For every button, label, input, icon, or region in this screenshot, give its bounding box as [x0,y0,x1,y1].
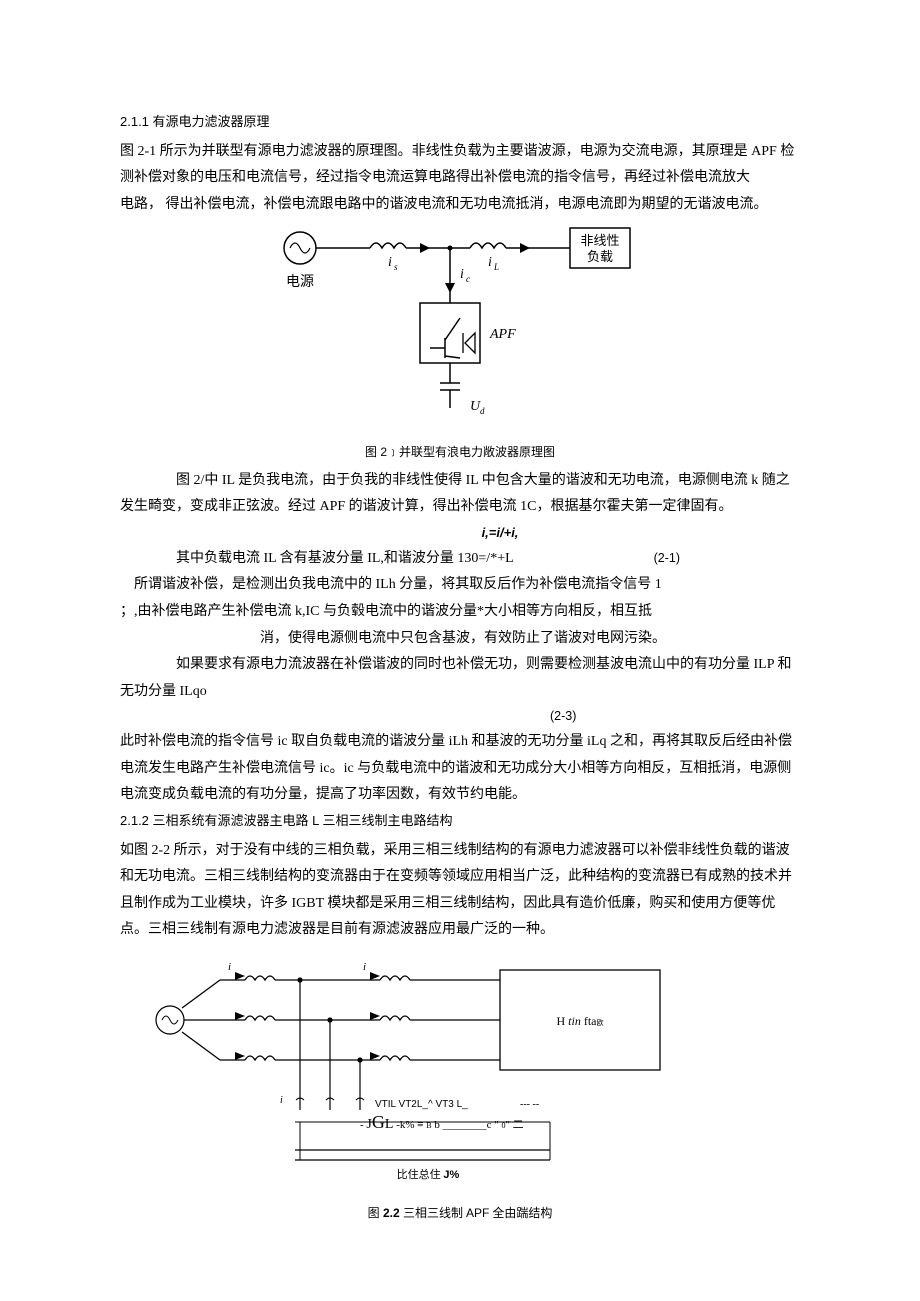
ic-label: i [460,267,464,282]
eq-2-3: (2-3) [550,705,800,729]
svg-text:i: i [280,1095,283,1106]
section-2-1-2-p1: 如图 2-2 所示，对于没有中线的三相负载，采用三相三线制结构的有源电力滤波器可… [120,838,800,944]
svg-text:c: c [466,274,470,284]
harmonic-comp-p1: 所谓谐波补偿，是检测出负我电流中的 ILh 分量，将其取反后作为补偿电流指令信号… [120,572,800,599]
il-label: i [488,255,492,270]
section-2-1-1-p2: 电路， 得出补偿电流，补偿电流跟电路中的谐波电流和无功电流抵消，电源电流即为期望… [120,192,800,219]
figure-2-2-caption: 图 2.2 图 2.2 三相三线制 APF 全由踹结构三相三线制 APF 全由踹… [120,1202,800,1225]
svg-text:i: i [363,961,366,973]
conclusion-p: 此时补偿电流的指令信号 ic 取自负载电流的谐波分量 iLh 和基波的无功分量 … [120,729,800,809]
svg-text:s: s [394,262,398,272]
vt-labels: VTIL VT2L_^ VT3 L_ [375,1099,468,1110]
section-2-1-1-p1: 图 2-1 所示为并联型有源电力滤波器的原理图。非线性负载为主要谐波源，电源为交… [120,139,800,192]
figure-2-2: i i H tin fta欧 i VTIL VT2L_^ VT3 L_ --- … [150,950,800,1201]
load-box-label: H tin fta欧 [557,1014,604,1028]
after-fig1-p1: 图 2/中 IL 是负我电流，由于负我的非线性使得 IL 中包含大量的谐波和无功… [120,468,800,521]
is-label: i [388,255,392,270]
figure-2-1-caption: 图 2﹞并联型有浪电力敞波器原理图 [120,441,800,464]
load-label-1: 非线性 [580,233,619,248]
fig2-bottom-label: 比住总住 J% [397,1167,460,1181]
svg-text:L: L [493,262,499,272]
apf-label: APF [489,327,516,342]
section-2-1-1-heading: 2.1.1 有源电力滤波器原理 [120,110,800,135]
eq-2-1: (2-1) [654,547,680,571]
bridge-row: - JGL -k% ≡ B b ________c " 0" 二 [360,1112,524,1132]
apf-principle-diagram: i s i L 非线性 负载 电源 i c APF U d [270,218,650,428]
formula-1: i,=i/+i, [200,521,800,546]
svg-text:i: i [228,961,231,973]
section-2-1-2-heading: 2.1.2 三相系统有源滤波器主电路 L 三相三线制主电路结构 [120,809,800,834]
load-label-2: 负载 [587,249,613,264]
harmonic-comp-p2: ；,由补偿电路产生补偿电流 k,IC 与负毂电流中的谐波分量*大小相等方向相反，… [120,599,800,626]
svg-text:d: d [480,406,485,416]
harmonic-comp-p3: 消，使得电源侧电流中只包含基波，有效防止了谐波对电网污染。 [120,626,800,653]
source-label: 电源 [286,274,314,290]
figure-2-1: i s i L 非线性 负载 电源 i c APF U d [120,218,800,463]
svg-text:--- --: --- -- [520,1099,539,1110]
il-components-text: 其中负载电流 IL 含有基波分量 IL,和谐波分量 130=/*+L [120,546,514,573]
reactive-comp-p: 如果要求有源电力流波器在补偿谐波的同时也补偿无功，则需要检测基波电流山中的有功分… [120,652,800,705]
three-phase-apf-diagram: i i H tin fta欧 i VTIL VT2L_^ VT3 L_ --- … [150,950,700,1190]
